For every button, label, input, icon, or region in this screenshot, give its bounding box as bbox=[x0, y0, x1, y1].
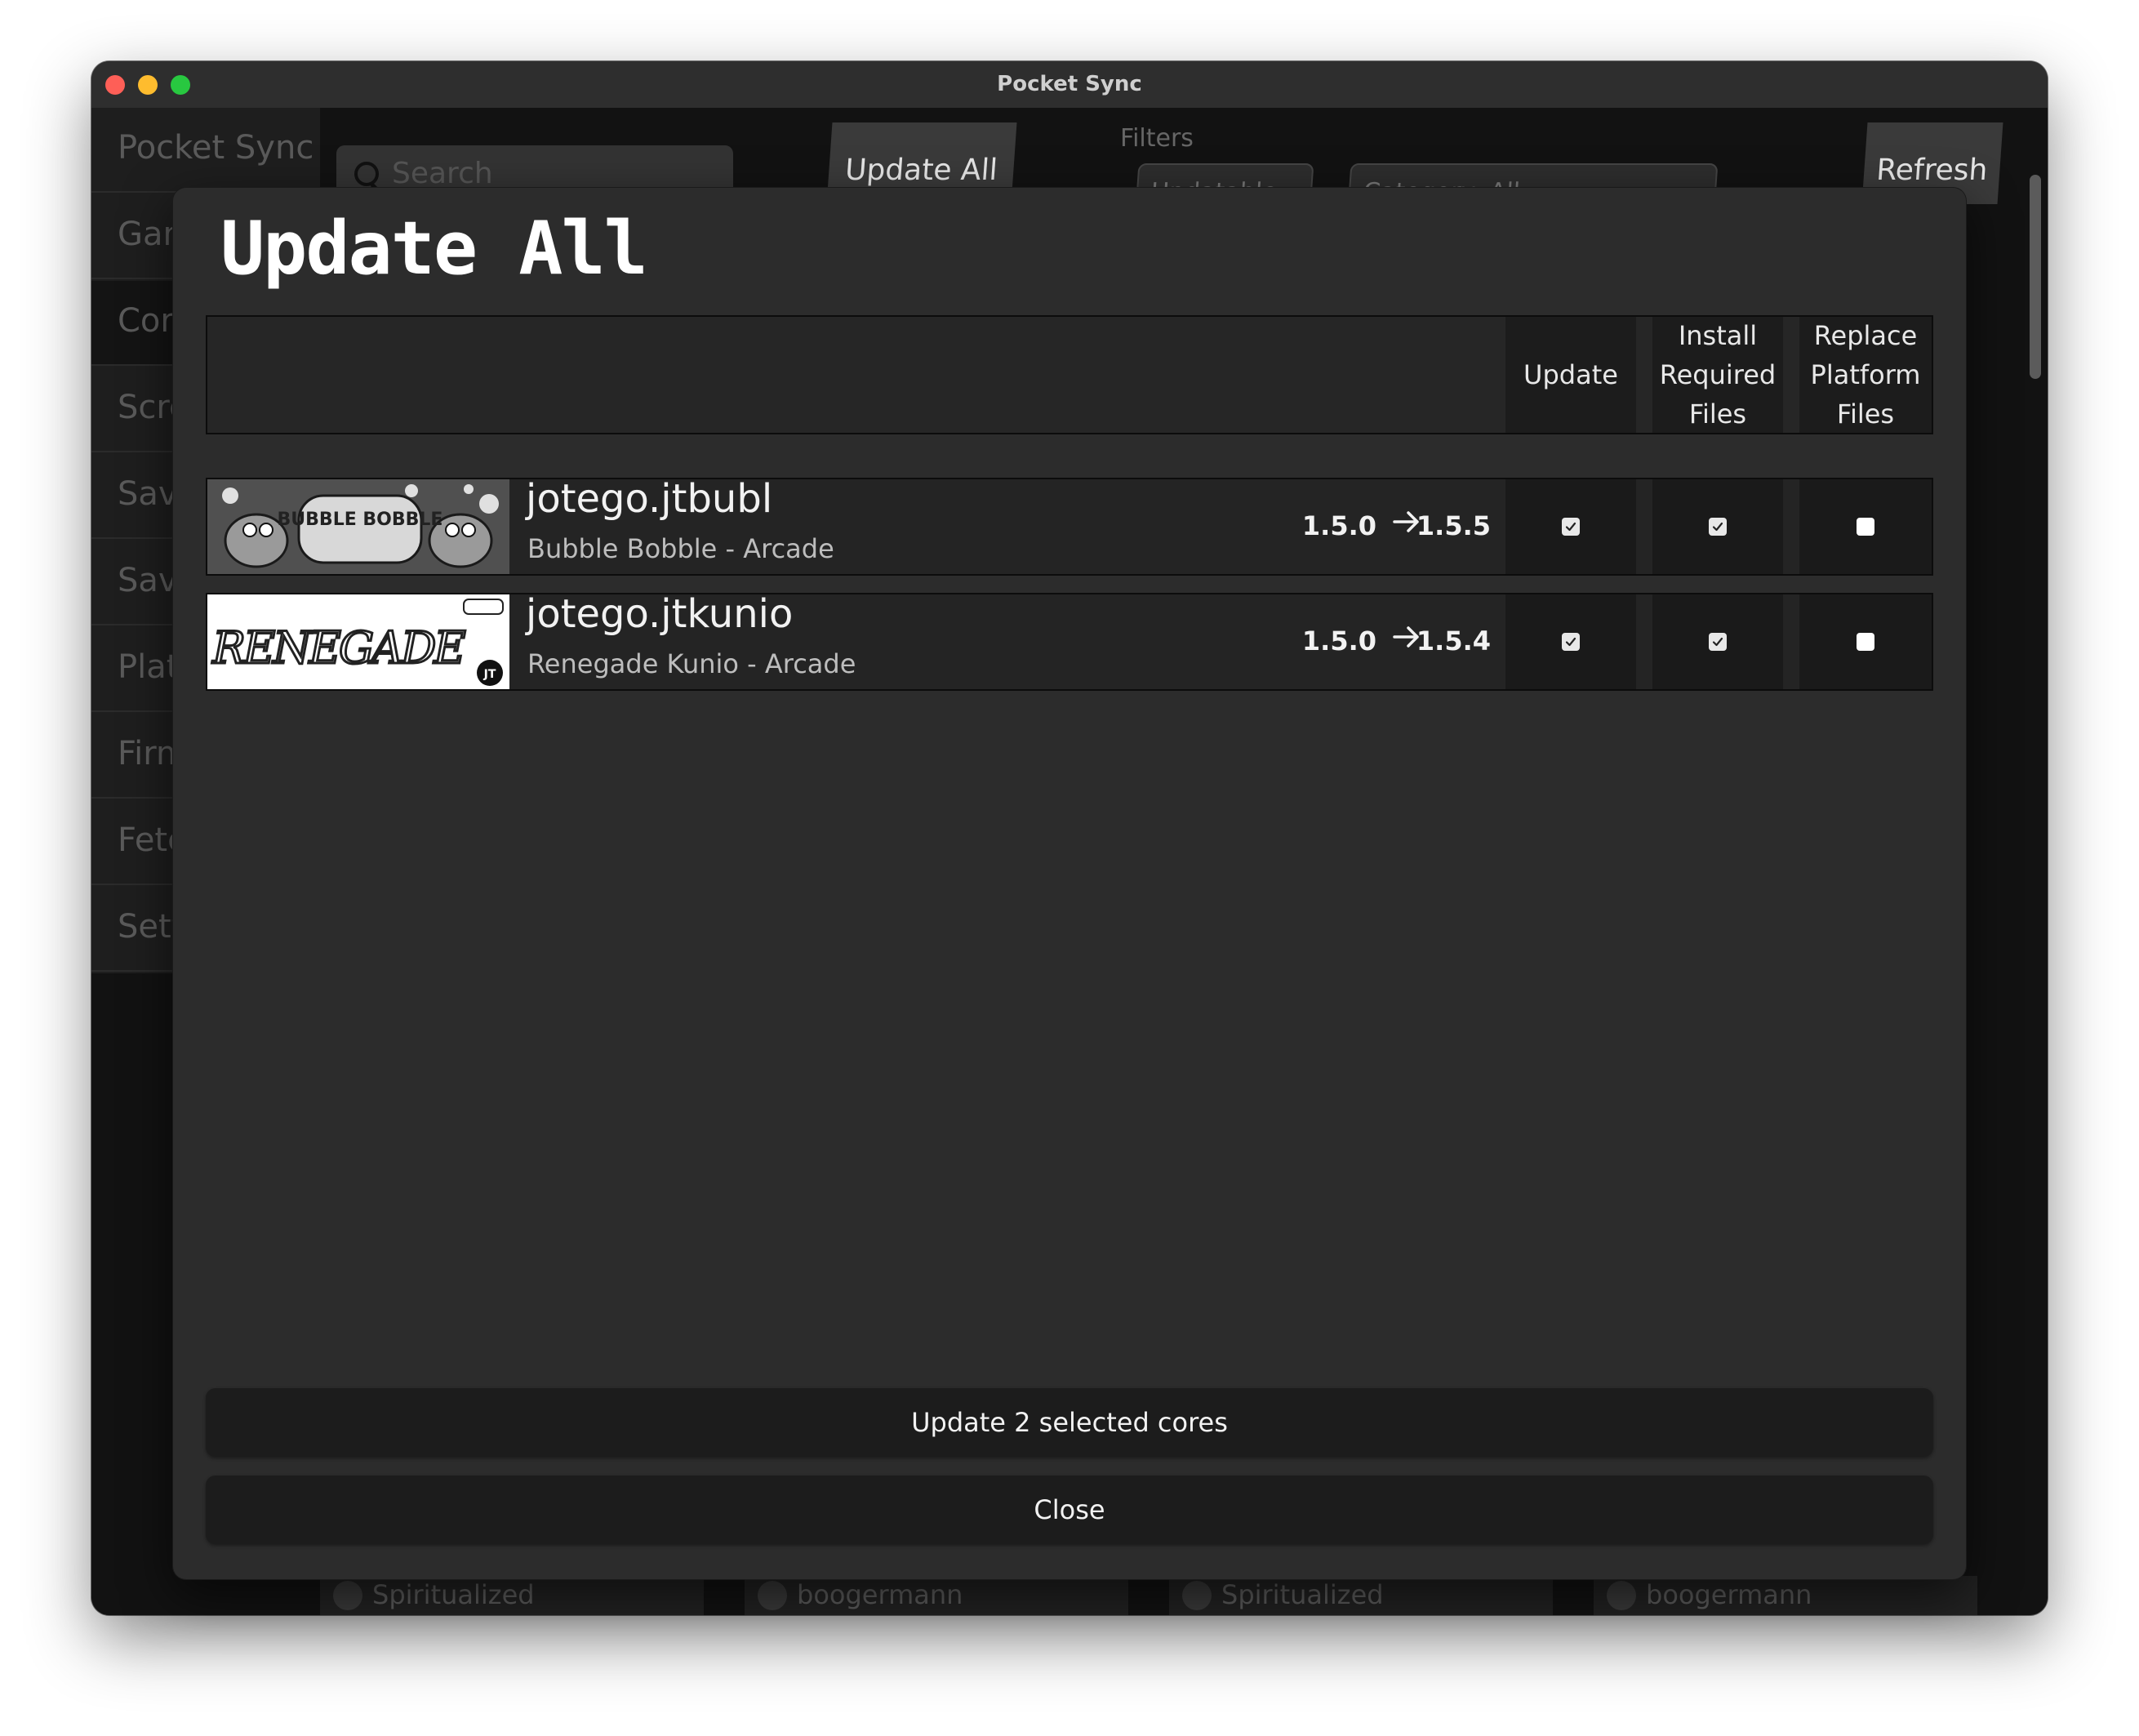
avatar bbox=[1182, 1581, 1212, 1610]
column-header-install-required-files: Install Required Files bbox=[1652, 317, 1783, 433]
checkmark-icon bbox=[1565, 637, 1576, 647]
column-header-label: Replace bbox=[1813, 320, 1918, 351]
author-name: Spiritualized bbox=[1221, 1579, 1384, 1610]
core-thumbnail: BUBBLE BOBBLE bbox=[207, 479, 509, 574]
title-bar: Pocket Sync bbox=[91, 61, 2048, 109]
author-item: boogermann bbox=[1594, 1576, 1977, 1615]
sidebar-item-pocket-sync[interactable]: Pocket Sync bbox=[91, 108, 320, 193]
checkmark-icon bbox=[1565, 522, 1576, 532]
update-selected-cores-button[interactable]: Update 2 selected cores bbox=[206, 1388, 1933, 1457]
current-version: 1.5.0 bbox=[1301, 510, 1376, 541]
current-version: 1.5.0 bbox=[1301, 625, 1376, 657]
update-cell bbox=[1505, 479, 1636, 574]
avatar bbox=[333, 1581, 362, 1610]
author-row: Spiritualized boogermann Spiritualized b… bbox=[320, 1576, 2018, 1615]
core-description: Renegade Kunio - Arcade bbox=[527, 648, 856, 679]
core-id: jotego.jtkunio bbox=[526, 591, 794, 637]
author-name: boogermann bbox=[1646, 1579, 1812, 1610]
update-cell bbox=[1505, 594, 1636, 689]
new-version: 1.5.4 bbox=[1416, 625, 1491, 657]
table-header: Update Install Required Files Replace Pl… bbox=[206, 315, 1933, 434]
author-item: Spiritualized bbox=[320, 1576, 704, 1615]
dialog-title: Update All bbox=[220, 206, 648, 292]
column-header-label: Update bbox=[1523, 359, 1618, 390]
install-required-files-cell bbox=[1652, 479, 1783, 574]
svg-text:JT: JT bbox=[483, 668, 496, 681]
checkmark-icon bbox=[1712, 637, 1723, 647]
author-item: Spiritualized bbox=[1169, 1576, 1553, 1615]
search-icon bbox=[354, 162, 379, 186]
new-version: 1.5.5 bbox=[1416, 510, 1491, 541]
update-all-dialog: Update All Update Install Required Files… bbox=[173, 188, 1966, 1579]
author-item: boogermann bbox=[745, 1576, 1128, 1615]
column-header-label: Required bbox=[1659, 359, 1777, 390]
update-checkbox[interactable] bbox=[1562, 518, 1580, 536]
column-header-replace-platform-files: Replace Platform Files bbox=[1799, 317, 1932, 433]
table-row: RENEGADE JT jotego.jtkunio Renegade Kuni… bbox=[206, 591, 1933, 691]
replace-platform-files-checkbox[interactable] bbox=[1857, 518, 1874, 536]
avatar bbox=[1607, 1581, 1636, 1610]
checkmark-icon bbox=[1712, 522, 1723, 532]
column-header-label: Platform bbox=[1810, 359, 1921, 390]
replace-platform-files-cell bbox=[1799, 479, 1932, 574]
update-checkbox[interactable] bbox=[1562, 633, 1580, 651]
table-row: BUBBLE BOBBLE jotego.jtbubl Bubble Bobbl… bbox=[206, 476, 1933, 576]
column-header-label: Files bbox=[1688, 398, 1747, 430]
install-required-files-checkbox[interactable] bbox=[1709, 518, 1727, 536]
replace-platform-files-cell bbox=[1799, 594, 1932, 689]
core-description: Bubble Bobble - Arcade bbox=[527, 533, 834, 564]
column-header-update: Update bbox=[1505, 317, 1636, 433]
core-thumbnail: RENEGADE JT bbox=[207, 594, 509, 689]
window-title: Pocket Sync bbox=[997, 72, 1142, 96]
column-header-label: Install bbox=[1678, 320, 1758, 351]
close-button[interactable]: Close bbox=[206, 1476, 1933, 1544]
filters-label: Filters bbox=[1120, 124, 1194, 153]
thumbnail-text: RENEGADE bbox=[211, 622, 465, 674]
scrollbar[interactable] bbox=[2030, 175, 2041, 379]
avatar bbox=[758, 1581, 787, 1610]
core-id: jotego.jtbubl bbox=[526, 476, 773, 522]
search-placeholder: Search bbox=[392, 157, 493, 190]
author-name: boogermann bbox=[797, 1579, 963, 1610]
author-name: Spiritualized bbox=[372, 1579, 535, 1610]
install-required-files-checkbox[interactable] bbox=[1709, 633, 1727, 651]
replace-platform-files-checkbox[interactable] bbox=[1857, 633, 1874, 651]
install-required-files-cell bbox=[1652, 594, 1783, 689]
column-header-label: Files bbox=[1836, 398, 1895, 430]
thumbnail-text: BUBBLE BOBBLE bbox=[278, 510, 443, 530]
